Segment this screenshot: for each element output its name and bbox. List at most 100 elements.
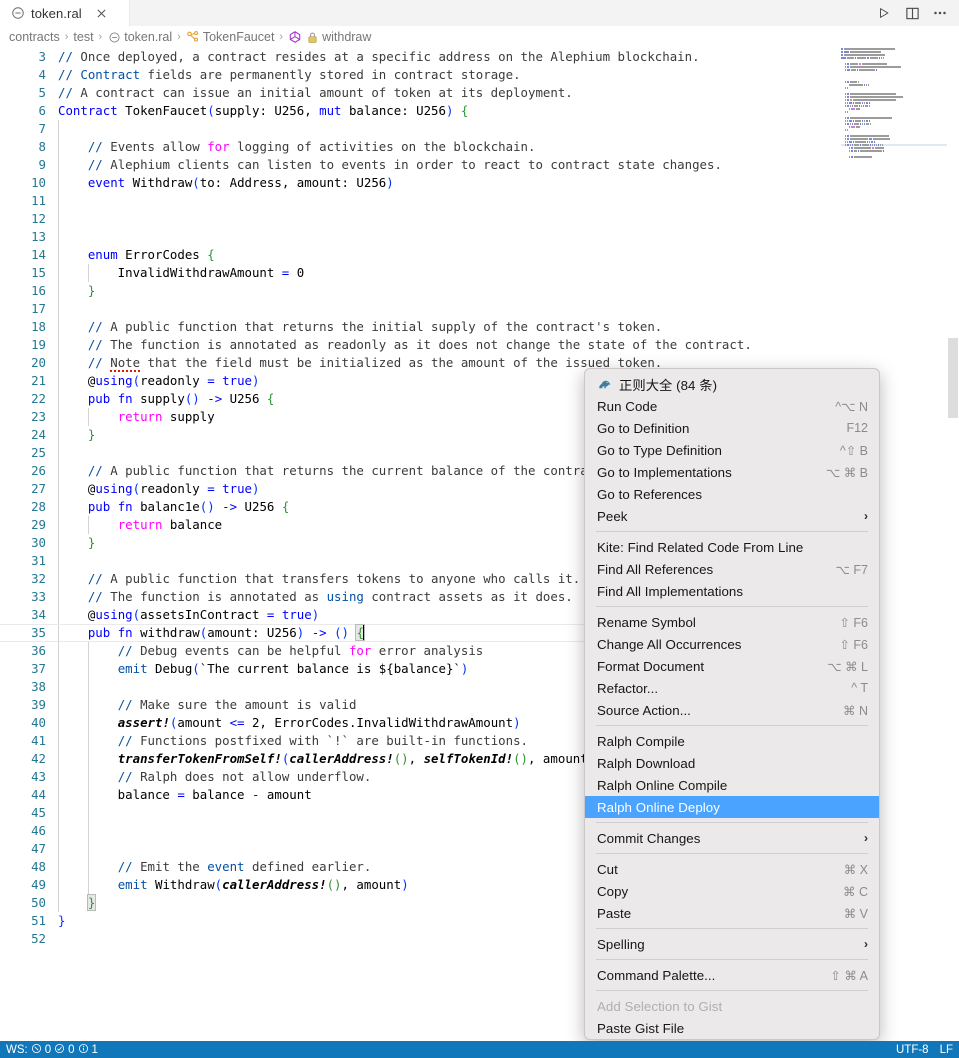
menu-item-ralph-download[interactable]: Ralph Download xyxy=(585,752,879,774)
menu-item-go-to-references[interactable]: Go to References xyxy=(585,483,879,505)
menu-item-go-to-type-definition[interactable]: Go to Type Definition ^⇧ B xyxy=(585,439,879,461)
code-line[interactable]: 14 enum ErrorCodes { xyxy=(0,246,840,264)
status-encoding[interactable]: UTF-8 xyxy=(896,1044,929,1056)
code-line[interactable]: 7 xyxy=(0,120,840,138)
code-line[interactable]: 3 // Once deployed, a contract resides at… xyxy=(0,48,840,66)
minimap-line xyxy=(841,57,947,59)
menu-item-format-document[interactable]: Format Document ⌥ ⌘ L xyxy=(585,655,879,677)
code-line[interactable]: 13 xyxy=(0,228,840,246)
menu-item-ralph-online-compile[interactable]: Ralph Online Compile xyxy=(585,774,879,796)
menu-item-ralph-online-deploy[interactable]: Ralph Online Deploy xyxy=(585,796,879,818)
menu-item-label: Ralph Online Compile xyxy=(597,777,728,793)
scrollbar-thumb[interactable] xyxy=(948,338,958,418)
menu-item-shortcut: ⇧ ⌘ A xyxy=(830,968,868,983)
menu-item-ralph-compile[interactable]: Ralph Compile xyxy=(585,730,879,752)
code-line[interactable]: 15 InvalidWithdrawAmount = 0 xyxy=(0,264,840,282)
chevron-right-icon: › xyxy=(864,831,868,845)
menu-item-paste-gist-file[interactable]: Paste Gist File xyxy=(585,1017,879,1039)
menu-item-find-all-references[interactable]: Find All References ⌥ F7 xyxy=(585,558,879,580)
code-text: // Events allow for logging of activitie… xyxy=(87,139,536,154)
code-line[interactable]: 9 // Alephium clients can listen to even… xyxy=(0,156,840,174)
menu-item-find-all-implementations[interactable]: Find All Implementations xyxy=(585,580,879,602)
code-line[interactable]: 6 Contract TokenFaucet(supply: U256, mut … xyxy=(0,102,840,120)
menu-item-label: Ralph Compile xyxy=(597,733,685,749)
code-line[interactable]: 5 // A contract can issue an initial amou… xyxy=(0,84,840,102)
indent-guide xyxy=(58,228,59,246)
code-line[interactable]: 18 // A public function that returns the… xyxy=(0,318,840,336)
indent-guide xyxy=(88,822,89,840)
menu-item-change-all-occurrences[interactable]: Change All Occurrences ⇧ F6 xyxy=(585,633,879,655)
code-line[interactable]: 10 event Withdraw(to: Address, amount: U… xyxy=(0,174,840,192)
line-number: 19 xyxy=(31,337,46,352)
status-eol[interactable]: LF xyxy=(940,1044,953,1056)
menu-item-source-action[interactable]: Source Action... ⌘ N xyxy=(585,699,879,721)
code-line[interactable]: 11 xyxy=(0,192,840,210)
run-button[interactable] xyxy=(871,2,897,24)
code-text: // A public function that returns the in… xyxy=(87,319,663,334)
breadcrumb-item-tokenfaucet[interactable]: TokenFaucet xyxy=(186,30,274,44)
minimap-line xyxy=(841,147,947,149)
minimap-line xyxy=(841,54,947,56)
breadcrumb-item-withdraw[interactable]: withdraw xyxy=(288,30,371,44)
menu-item-shortcut: ^⌥ N xyxy=(835,399,868,414)
line-number: 39 xyxy=(31,697,46,712)
menu-item-shortcut: ⌘ V xyxy=(843,906,868,921)
close-icon[interactable] xyxy=(94,5,110,21)
status-workspace-problems[interactable]: WS: 0 0 1 xyxy=(6,1043,98,1056)
minimap-line xyxy=(841,108,947,110)
minimap[interactable] xyxy=(841,48,947,158)
text-cursor xyxy=(362,625,365,640)
code-line[interactable]: 17 xyxy=(0,300,840,318)
ellipsis-icon[interactable] xyxy=(927,2,953,24)
menu-item-peek[interactable]: Peek › xyxy=(585,505,879,527)
menu-item-label: Command Palette... xyxy=(597,967,716,983)
lock-icon xyxy=(305,30,319,44)
menu-item-label: Source Action... xyxy=(597,702,691,718)
line-number: 11 xyxy=(31,193,46,208)
code-line[interactable]: 12 xyxy=(0,210,840,228)
breadcrumb-item-contracts[interactable]: contracts xyxy=(9,30,60,44)
breadcrumb-item-test[interactable]: test xyxy=(73,30,93,44)
breadcrumb-label: contracts xyxy=(9,30,60,44)
indent-guide xyxy=(58,822,59,840)
breadcrumb-item-token-ral[interactable]: token.ral xyxy=(107,30,172,44)
menu-item-commit-changes[interactable]: Commit Changes › xyxy=(585,827,879,849)
menu-item-copy[interactable]: Copy ⌘ C xyxy=(585,880,879,902)
menu-item-rename-symbol[interactable]: Rename Symbol ⇧ F6 xyxy=(585,611,879,633)
line-number: 31 xyxy=(31,553,46,568)
code-line[interactable]: 16 } xyxy=(0,282,840,300)
minimap-line xyxy=(841,114,947,116)
line-number: 41 xyxy=(31,733,46,748)
indent-guide xyxy=(88,678,89,696)
menu-item-shortcut: ^⇧ B xyxy=(839,443,868,458)
editor-context-menu[interactable]: 正则大全 (84 条) Run Code ^⌥ N Go to Definition F… xyxy=(584,368,880,1040)
menu-item-shortcut: ^ T xyxy=(851,681,868,695)
menu-item-cut[interactable]: Cut ⌘ X xyxy=(585,858,879,880)
menu-item-go-to-implementations[interactable]: Go to Implementations ⌥ ⌘ B xyxy=(585,461,879,483)
code-line[interactable]: 4 // Contract fields are permanently stor… xyxy=(0,66,840,84)
line-number: 44 xyxy=(31,787,46,802)
menu-item-refactor[interactable]: Refactor... ^ T xyxy=(585,677,879,699)
minimap-line xyxy=(841,105,947,107)
editor-scrollbar[interactable] xyxy=(947,48,959,1041)
code-line[interactable]: 8 // Events allow for logging of activit… xyxy=(0,138,840,156)
menu-item-regex-collection[interactable]: 正则大全 (84 条) xyxy=(585,373,879,395)
menu-separator xyxy=(596,928,868,929)
menu-item-spelling[interactable]: Spelling › xyxy=(585,933,879,955)
line-number: 6 xyxy=(38,103,46,118)
line-number: 50 xyxy=(31,895,46,910)
line-number: 4 xyxy=(38,67,46,82)
menu-item-paste[interactable]: Paste ⌘ V xyxy=(585,902,879,924)
code-line[interactable]: 19 // The function is annotated as reado… xyxy=(0,336,840,354)
menu-item-label: Copy xyxy=(597,883,629,899)
menu-item-command-palette[interactable]: Command Palette... ⇧ ⌘ A xyxy=(585,964,879,986)
editor-tab-token-ral[interactable]: token.ral xyxy=(0,0,130,26)
menu-item-run-code[interactable]: Run Code ^⌥ N xyxy=(585,395,879,417)
menu-item-go-to-definition[interactable]: Go to Definition F12 xyxy=(585,417,879,439)
menu-separator xyxy=(596,959,868,960)
breadcrumb-label: token.ral xyxy=(124,30,173,44)
menu-item-label: Find All References xyxy=(597,561,714,577)
menu-item-kite-find-related-code[interactable]: Kite: Find Related Code From Line xyxy=(585,536,879,558)
chevron-right-icon: › xyxy=(864,937,868,951)
split-editor-icon[interactable] xyxy=(899,2,925,24)
